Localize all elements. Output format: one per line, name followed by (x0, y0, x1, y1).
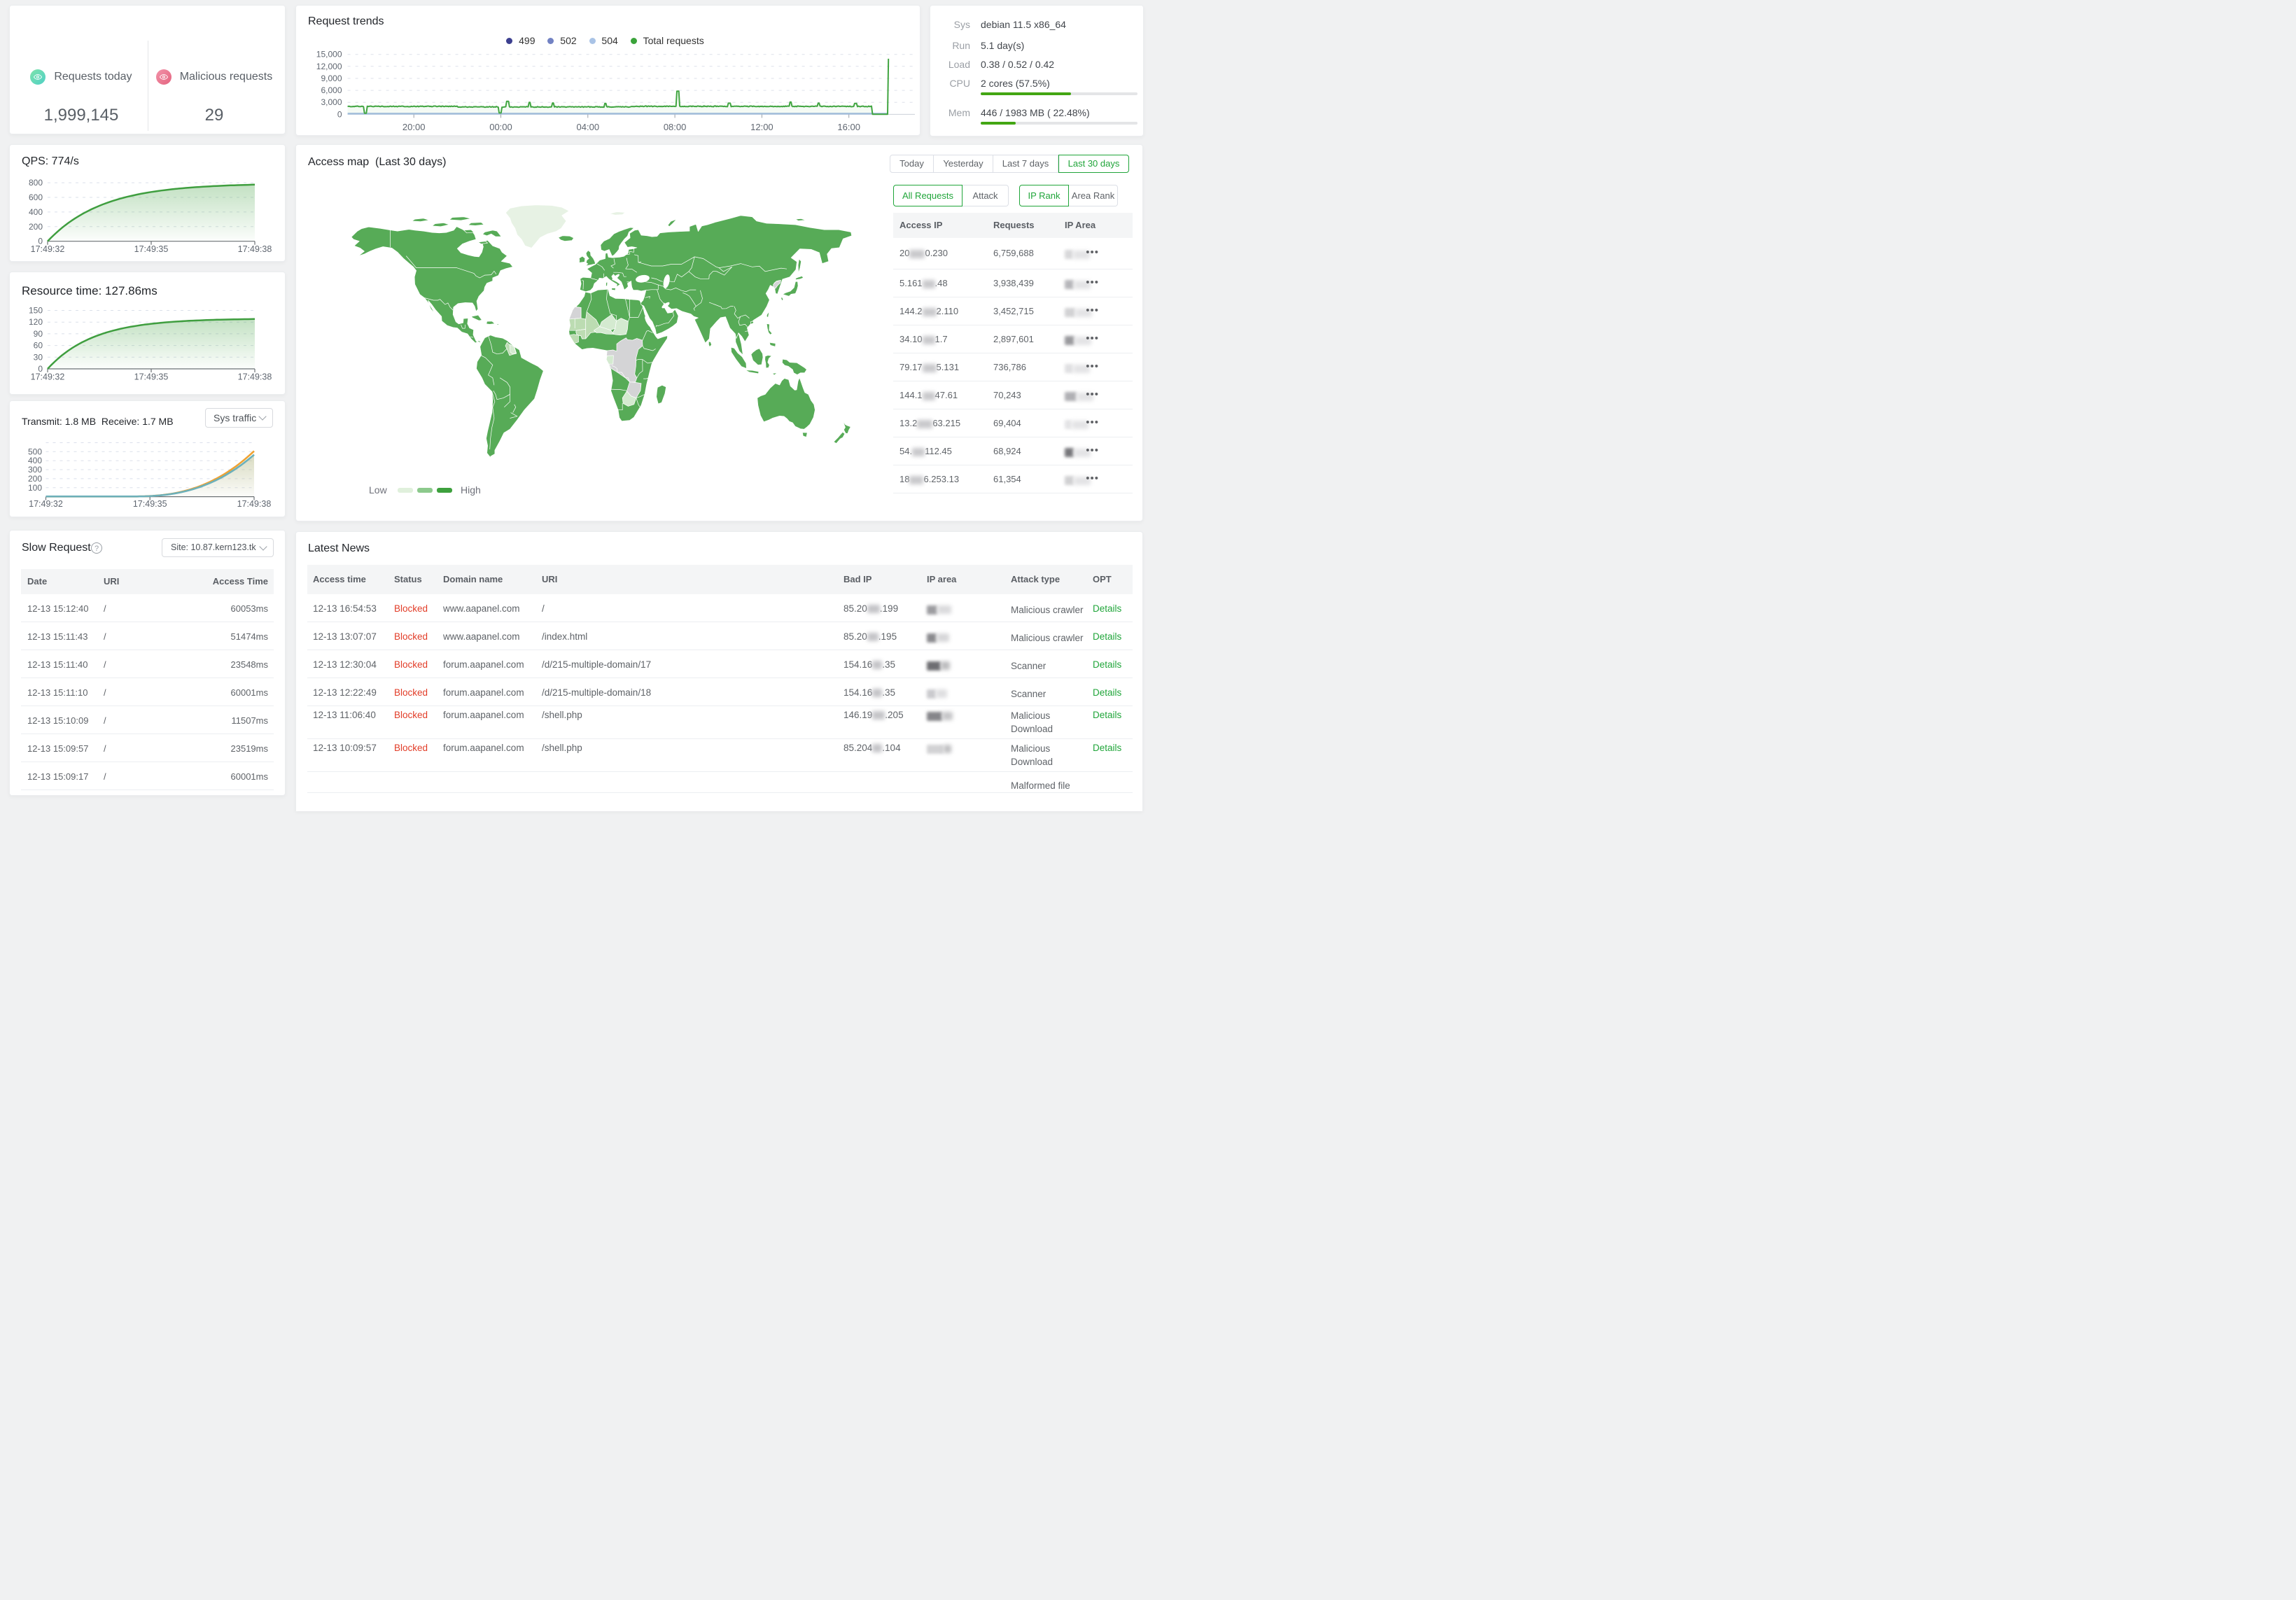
svg-text:00:00: 00:00 (489, 122, 512, 132)
svg-text:6,000: 6,000 (321, 85, 342, 95)
svg-text:15,000: 15,000 (316, 50, 342, 59)
svg-text:17:49:32: 17:49:32 (31, 244, 65, 254)
svg-text:600: 600 (29, 192, 43, 202)
svg-text:60: 60 (34, 341, 43, 351)
svg-text:0: 0 (337, 109, 342, 119)
svg-text:300: 300 (28, 465, 42, 475)
svg-text:17:49:35: 17:49:35 (133, 499, 167, 509)
svg-text:30: 30 (34, 352, 43, 362)
svg-text:17:49:35: 17:49:35 (134, 244, 169, 254)
svg-text:17:49:38: 17:49:38 (238, 244, 272, 254)
svg-text:17:49:32: 17:49:32 (29, 499, 63, 509)
svg-text:3,000: 3,000 (321, 97, 342, 107)
svg-text:17:49:32: 17:49:32 (31, 372, 65, 382)
svg-text:500: 500 (28, 447, 42, 456)
svg-text:150: 150 (29, 306, 43, 316)
svg-text:20:00: 20:00 (402, 122, 426, 132)
svg-text:200: 200 (28, 474, 42, 484)
svg-text:12:00: 12:00 (750, 122, 774, 132)
svg-text:120: 120 (29, 317, 43, 327)
svg-text:90: 90 (34, 329, 43, 339)
svg-text:12,000: 12,000 (316, 62, 342, 71)
svg-text:400: 400 (29, 207, 43, 217)
svg-text:800: 800 (29, 178, 43, 188)
svg-text:9,000: 9,000 (321, 73, 342, 83)
svg-text:200: 200 (29, 222, 43, 232)
svg-text:08:00: 08:00 (664, 122, 687, 132)
svg-text:04:00: 04:00 (577, 122, 600, 132)
svg-text:17:49:35: 17:49:35 (134, 372, 169, 382)
svg-text:16:00: 16:00 (837, 122, 860, 132)
svg-text:100: 100 (28, 483, 42, 493)
svg-text:17:49:38: 17:49:38 (238, 372, 272, 382)
svg-text:17:49:38: 17:49:38 (237, 499, 272, 509)
svg-text:400: 400 (28, 456, 42, 465)
